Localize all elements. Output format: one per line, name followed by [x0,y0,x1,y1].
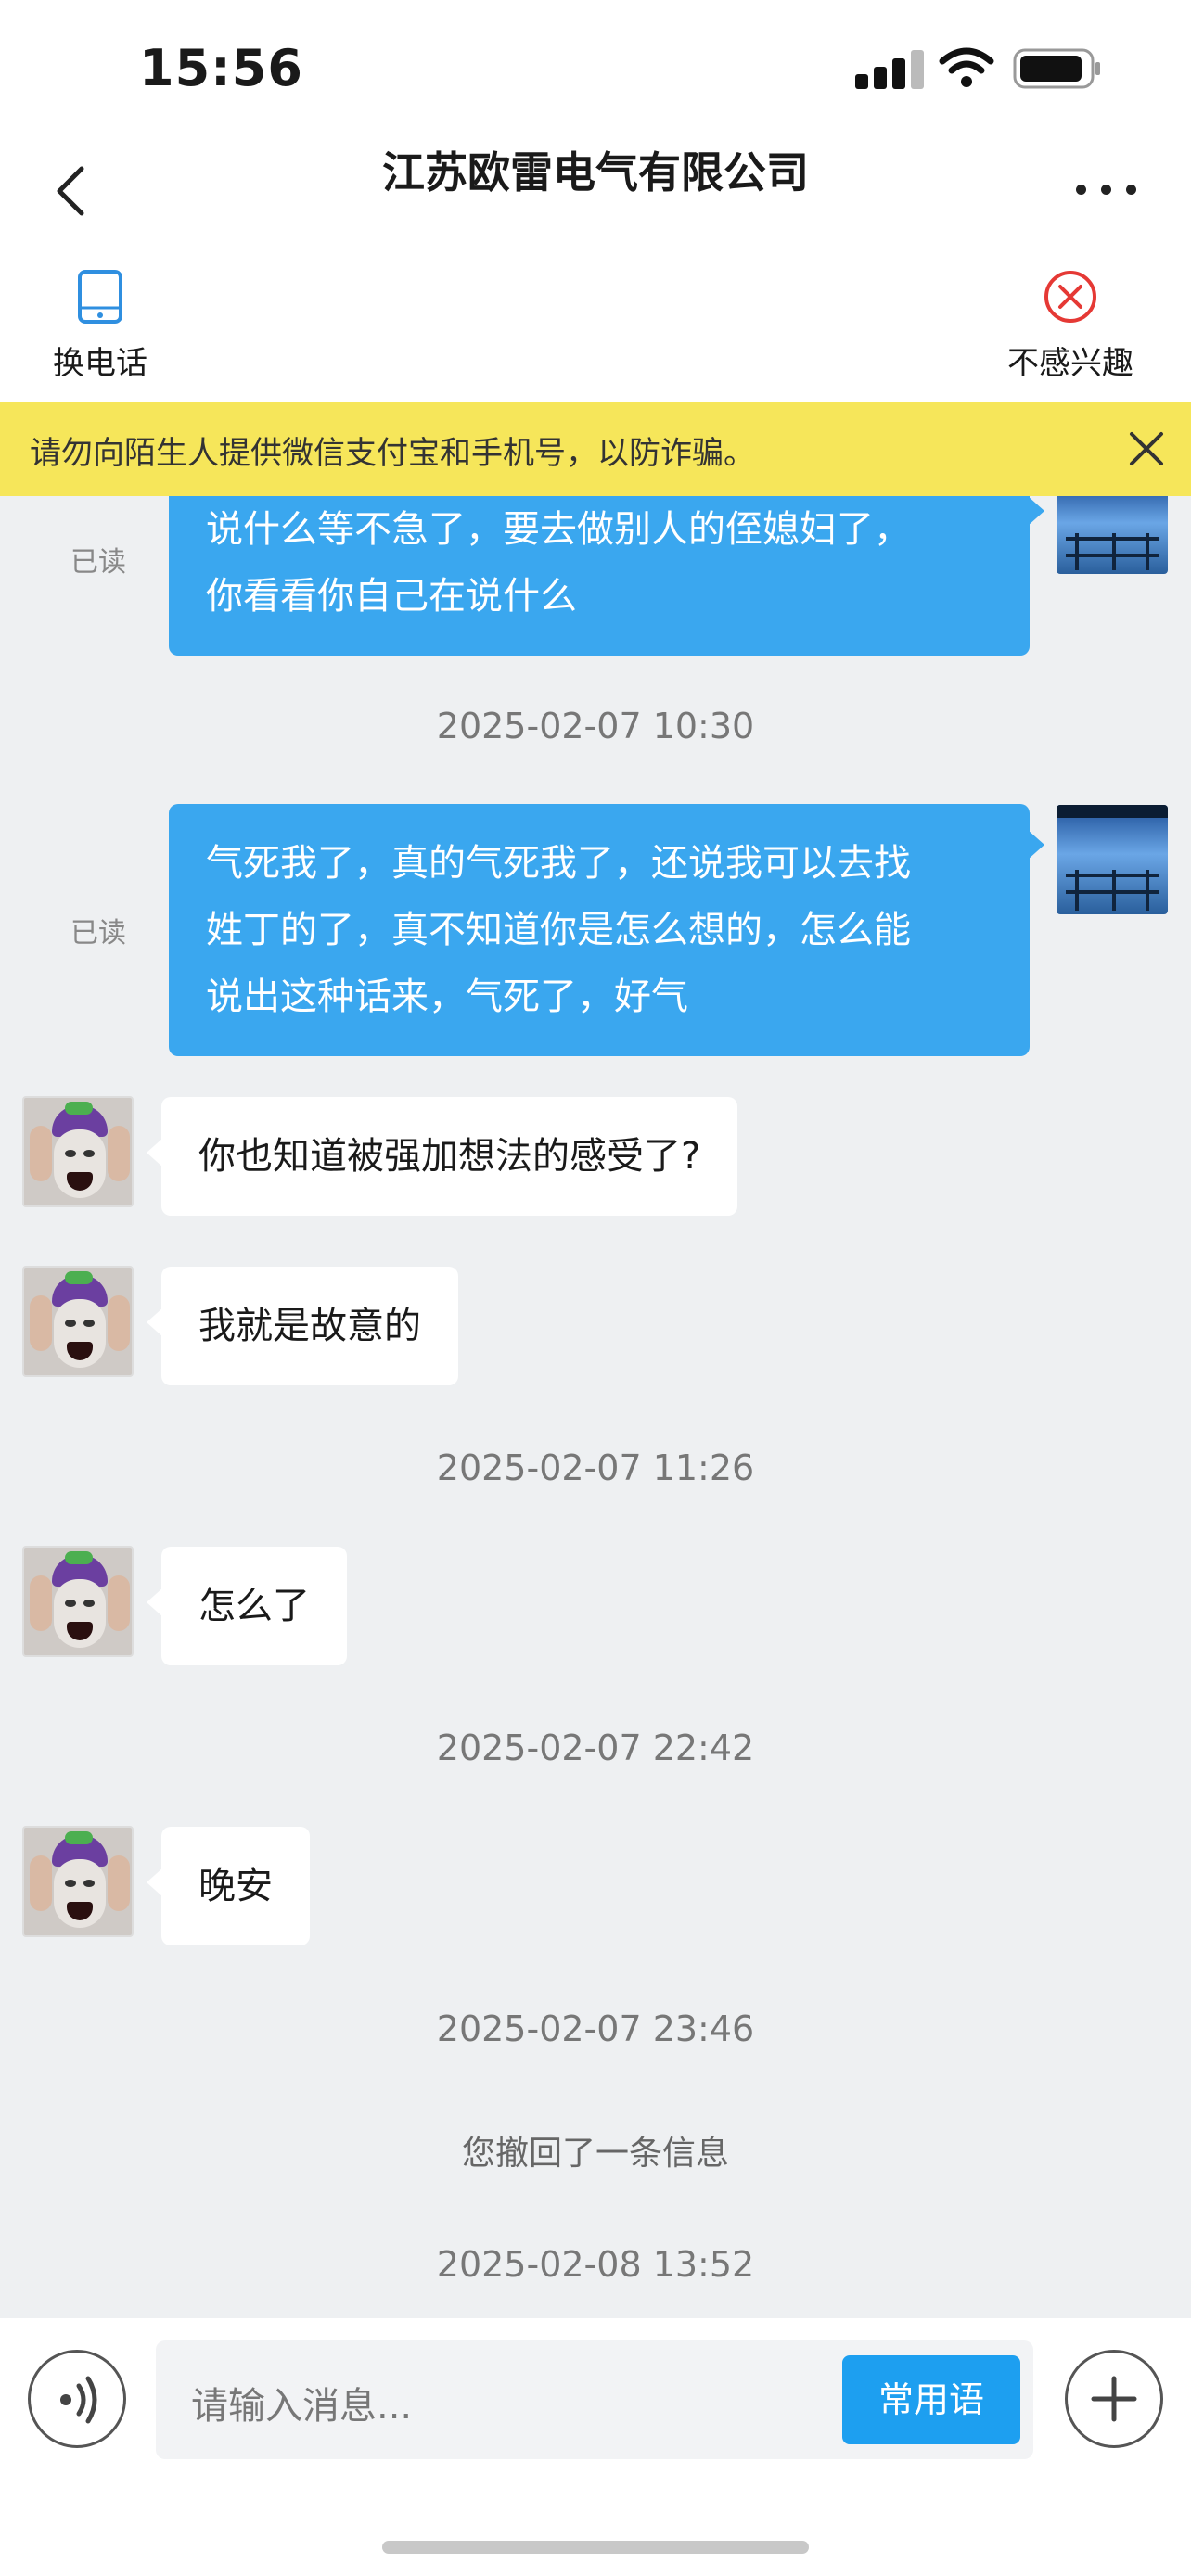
change-phone-button[interactable]: 换电话 [46,269,154,383]
read-status: 已读 [70,546,126,579]
battery-icon [1013,48,1100,89]
fraud-warning-banner: 请勿向陌生人提供微信支付宝和手机号，以防诈骗。 [0,402,1191,496]
timestamp: 2025-02-07 22:42 [436,1728,755,1768]
fraud-warning-text: 请勿向陌生人提供微信支付宝和手机号，以防诈骗。 [30,435,755,472]
received-message[interactable]: 怎么了 [147,1547,347,1665]
message-input[interactable]: 请输入消息... 常用语 [156,2340,1033,2459]
phone-icon [78,270,122,324]
cellular-signal-icon [855,50,924,89]
message-line: 你看看你自己在说什么 [206,575,577,618]
home-indicator [382,2541,809,2554]
page-title: 江苏欧雷电气有限公司 [382,147,809,198]
timestamp: 2025-02-07 10:30 [436,706,755,746]
not-interested-label: 不感兴趣 [1007,345,1133,382]
received-message[interactable]: 我就是故意的 [147,1267,458,1385]
contact-avatar[interactable] [22,1546,134,1657]
message-line: 说什么等不急了，要去做别人的侄媳妇了， [206,508,911,551]
voice-button[interactable] [28,2350,126,2448]
close-icon[interactable] [1126,428,1167,469]
plus-icon [1091,2376,1137,2422]
received-message[interactable]: 晚安 [147,1827,310,1945]
common-phrases-button[interactable]: 常用语 [842,2355,1020,2444]
voice-icon [60,2376,97,2424]
sent-message[interactable]: 说什么等不急了，要去做别人的侄媳妇了， 你看看你自己在说什么 [169,496,1044,656]
not-interested-button[interactable]: 不感兴趣 [998,269,1143,383]
wifi-icon [939,47,994,87]
status-time: 15:56 [139,39,303,97]
message-input-placeholder: 请输入消息... [191,2385,413,2428]
sent-message[interactable]: 气死我了，真的气死我了，还说我可以去找 姓丁的了，真不知道你是怎么想的，怎么能 … [169,804,1044,1056]
timestamp: 2025-02-07 23:46 [436,2009,755,2049]
contact-avatar[interactable] [22,1266,134,1377]
message-line: 说出这种话来，气死了，好气 [206,976,688,1018]
recall-notice: 您撤回了一条信息 [461,2135,729,2173]
contact-avatar[interactable] [22,1826,134,1937]
plus-button[interactable] [1065,2350,1163,2448]
timestamp: 2025-02-08 13:52 [436,2244,755,2285]
message-line: 气死我了，真的气死我了，还说我可以去找 [206,842,911,885]
contact-avatar[interactable] [22,1096,134,1207]
received-message[interactable]: 你也知道被强加想法的感受了? [146,1097,738,1216]
chat-history[interactable]: 已读 说什么等不急了，要去做别人的侄媳妇了， 你看看你自己在说什么 2025-0… [0,496,1191,2318]
read-status: 已读 [70,917,126,950]
message-line: 姓丁的了，真不知道你是怎么想的，怎么能 [206,909,911,951]
timestamp: 2025-02-07 11:26 [436,1447,755,1488]
my-avatar[interactable] [1057,496,1168,574]
my-avatar[interactable] [1057,805,1168,914]
change-phone-label: 换电话 [53,345,147,382]
not-interested-icon [1044,271,1096,323]
more-icon[interactable] [1076,180,1137,198]
input-bar: 请输入消息... 常用语 [0,2318,1191,2576]
top-area: 15:56 江苏欧雷电气有限公司 换电话 不感兴趣 [0,0,1191,402]
